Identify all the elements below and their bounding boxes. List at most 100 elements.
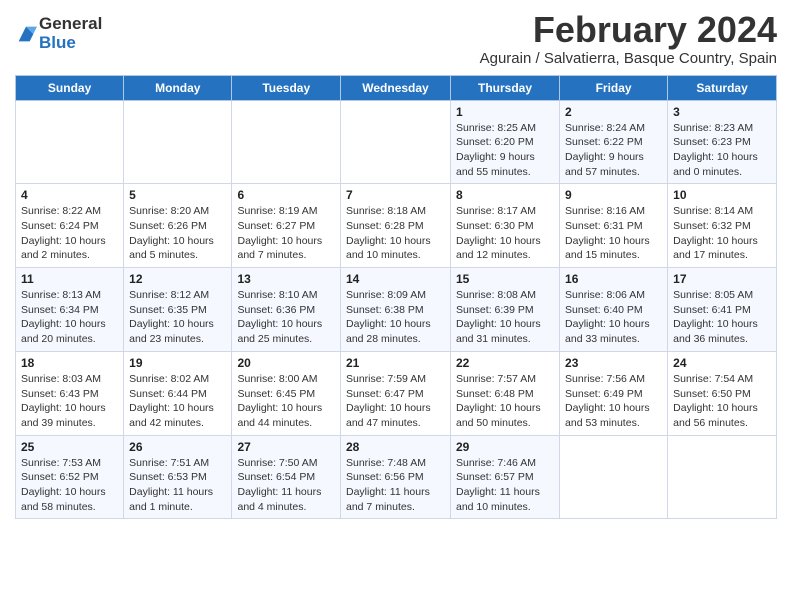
day-cell: [341, 100, 451, 184]
day-info: Sunrise: 8:00 AMSunset: 6:45 PMDaylight:…: [237, 372, 335, 431]
day-cell: 6 Sunrise: 8:19 AMSunset: 6:27 PMDaylight…: [232, 184, 341, 268]
day-info: Sunrise: 7:46 AMSunset: 6:57 PMDaylight:…: [456, 456, 554, 515]
day-number: 10: [673, 188, 771, 202]
logo: General Blue: [15, 15, 102, 52]
weekday-header-sunday: Sunday: [16, 75, 124, 100]
day-cell: 20 Sunrise: 8:00 AMSunset: 6:45 PMDayligh…: [232, 351, 341, 435]
day-info: Sunrise: 8:10 AMSunset: 6:36 PMDaylight:…: [237, 288, 335, 347]
day-number: 6: [237, 188, 335, 202]
day-info: Sunrise: 7:48 AMSunset: 6:56 PMDaylight:…: [346, 456, 445, 515]
day-info: Sunrise: 8:17 AMSunset: 6:30 PMDaylight:…: [456, 204, 554, 263]
day-cell: 2 Sunrise: 8:24 AMSunset: 6:22 PMDaylight…: [560, 100, 668, 184]
day-cell: [232, 100, 341, 184]
day-cell: 16Sunrise: 8:06 AMSunset: 6:40 PMDayligh…: [560, 268, 668, 352]
day-cell: 11Sunrise: 8:13 AMSunset: 6:34 PMDayligh…: [16, 268, 124, 352]
day-cell: 23Sunrise: 7:56 AMSunset: 6:49 PMDayligh…: [560, 351, 668, 435]
day-info: Sunrise: 8:19 AMSunset: 6:27 PMDaylight:…: [237, 204, 335, 263]
day-cell: 21 Sunrise: 7:59 AMSunset: 6:47 PMDayligh…: [341, 351, 451, 435]
day-number: 5: [129, 188, 226, 202]
day-info: Sunrise: 7:54 AMSunset: 6:50 PMDaylight:…: [673, 372, 771, 431]
day-number: 13: [237, 272, 335, 286]
day-number: 20: [237, 356, 335, 370]
weekday-header-tuesday: Tuesday: [232, 75, 341, 100]
day-number: 8: [456, 188, 554, 202]
day-info: Sunrise: 7:59 AMSunset: 6:47 PMDaylight:…: [346, 372, 445, 431]
day-number: 19: [129, 356, 226, 370]
day-number: 24: [673, 356, 771, 370]
day-info: Sunrise: 8:22 AMSunset: 6:24 PMDaylight:…: [21, 204, 118, 263]
day-number: 28: [346, 440, 445, 454]
day-cell: [16, 100, 124, 184]
day-info: Sunrise: 8:05 AMSunset: 6:41 PMDaylight:…: [673, 288, 771, 347]
week-row-1: 1 Sunrise: 8:25 AMSunset: 6:20 PMDaylight…: [16, 100, 777, 184]
day-cell: 1 Sunrise: 8:25 AMSunset: 6:20 PMDaylight…: [451, 100, 560, 184]
day-cell: 5 Sunrise: 8:20 AMSunset: 6:26 PMDaylight…: [124, 184, 232, 268]
day-info: Sunrise: 8:14 AMSunset: 6:32 PMDaylight:…: [673, 204, 771, 263]
day-number: 7: [346, 188, 445, 202]
day-cell: 29 Sunrise: 7:46 AMSunset: 6:57 PMDayligh…: [451, 435, 560, 519]
calendar-header: SundayMondayTuesdayWednesdayThursdayFrid…: [16, 75, 777, 100]
day-info: Sunrise: 8:23 AMSunset: 6:23 PMDaylight:…: [673, 121, 771, 180]
day-cell: 25 Sunrise: 7:53 AMSunset: 6:52 PMDayligh…: [16, 435, 124, 519]
day-cell: [560, 435, 668, 519]
day-cell: 14 Sunrise: 8:09 AMSunset: 6:38 PMDayligh…: [341, 268, 451, 352]
day-info: Sunrise: 8:18 AMSunset: 6:28 PMDaylight:…: [346, 204, 445, 263]
weekday-header-wednesday: Wednesday: [341, 75, 451, 100]
day-number: 12: [129, 272, 226, 286]
day-cell: 26Sunrise: 7:51 AMSunset: 6:53 PMDayligh…: [124, 435, 232, 519]
day-cell: 27Sunrise: 7:50 AMSunset: 6:54 PMDayligh…: [232, 435, 341, 519]
day-info: Sunrise: 8:20 AMSunset: 6:26 PMDaylight:…: [129, 204, 226, 263]
week-row-4: 18 Sunrise: 8:03 AMSunset: 6:43 PMDayligh…: [16, 351, 777, 435]
weekday-header-thursday: Thursday: [451, 75, 560, 100]
calendar-body: 1 Sunrise: 8:25 AMSunset: 6:20 PMDaylight…: [16, 100, 777, 519]
day-info: Sunrise: 7:50 AMSunset: 6:54 PMDaylight:…: [237, 456, 335, 515]
week-row-3: 11Sunrise: 8:13 AMSunset: 6:34 PMDayligh…: [16, 268, 777, 352]
day-number: 17: [673, 272, 771, 286]
day-info: Sunrise: 8:02 AMSunset: 6:44 PMDaylight:…: [129, 372, 226, 431]
day-number: 15: [456, 272, 554, 286]
title-area: February 2024 Agurain / Salvatierra, Bas…: [480, 10, 777, 67]
day-number: 1: [456, 105, 554, 119]
logo-general: General: [39, 15, 102, 34]
day-number: 25: [21, 440, 118, 454]
day-number: 9: [565, 188, 662, 202]
logo-text: General Blue: [39, 15, 102, 52]
day-cell: 7 Sunrise: 8:18 AMSunset: 6:28 PMDaylight…: [341, 184, 451, 268]
logo-blue: Blue: [39, 34, 102, 53]
day-cell: 28 Sunrise: 7:48 AMSunset: 6:56 PMDayligh…: [341, 435, 451, 519]
day-cell: [124, 100, 232, 184]
day-cell: 15 Sunrise: 8:08 AMSunset: 6:39 PMDayligh…: [451, 268, 560, 352]
day-cell: 12Sunrise: 8:12 AMSunset: 6:35 PMDayligh…: [124, 268, 232, 352]
day-info: Sunrise: 8:08 AMSunset: 6:39 PMDaylight:…: [456, 288, 554, 347]
day-info: Sunrise: 8:25 AMSunset: 6:20 PMDaylight:…: [456, 121, 554, 180]
subtitle: Agurain / Salvatierra, Basque Country, S…: [480, 50, 777, 67]
day-number: 18: [21, 356, 118, 370]
day-number: 14: [346, 272, 445, 286]
day-cell: 9Sunrise: 8:16 AMSunset: 6:31 PMDaylight…: [560, 184, 668, 268]
day-info: Sunrise: 8:09 AMSunset: 6:38 PMDaylight:…: [346, 288, 445, 347]
day-number: 11: [21, 272, 118, 286]
day-cell: 19 Sunrise: 8:02 AMSunset: 6:44 PMDayligh…: [124, 351, 232, 435]
day-number: 16: [565, 272, 662, 286]
day-info: Sunrise: 8:03 AMSunset: 6:43 PMDaylight:…: [21, 372, 118, 431]
day-number: 23: [565, 356, 662, 370]
day-info: Sunrise: 8:24 AMSunset: 6:22 PMDaylight:…: [565, 121, 662, 180]
day-cell: 4Sunrise: 8:22 AMSunset: 6:24 PMDaylight…: [16, 184, 124, 268]
day-number: 22: [456, 356, 554, 370]
header-row: SundayMondayTuesdayWednesdayThursdayFrid…: [16, 75, 777, 100]
day-cell: 17 Sunrise: 8:05 AMSunset: 6:41 PMDayligh…: [668, 268, 777, 352]
day-cell: 3Sunrise: 8:23 AMSunset: 6:23 PMDaylight…: [668, 100, 777, 184]
weekday-header-friday: Friday: [560, 75, 668, 100]
day-cell: 18 Sunrise: 8:03 AMSunset: 6:43 PMDayligh…: [16, 351, 124, 435]
week-row-5: 25 Sunrise: 7:53 AMSunset: 6:52 PMDayligh…: [16, 435, 777, 519]
weekday-header-monday: Monday: [124, 75, 232, 100]
day-cell: 24 Sunrise: 7:54 AMSunset: 6:50 PMDayligh…: [668, 351, 777, 435]
day-cell: 13 Sunrise: 8:10 AMSunset: 6:36 PMDayligh…: [232, 268, 341, 352]
day-info: Sunrise: 7:53 AMSunset: 6:52 PMDaylight:…: [21, 456, 118, 515]
weekday-header-saturday: Saturday: [668, 75, 777, 100]
day-number: 21: [346, 356, 445, 370]
day-number: 26: [129, 440, 226, 454]
day-number: 2: [565, 105, 662, 119]
day-info: Sunrise: 7:57 AMSunset: 6:48 PMDaylight:…: [456, 372, 554, 431]
day-number: 29: [456, 440, 554, 454]
